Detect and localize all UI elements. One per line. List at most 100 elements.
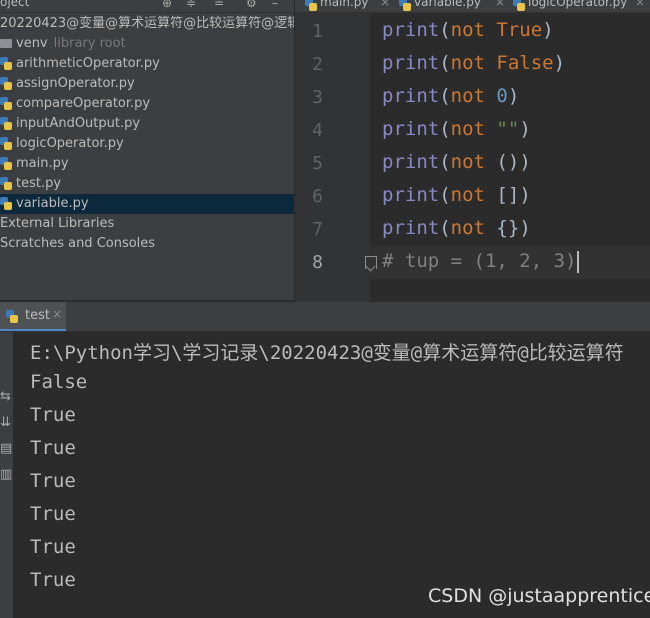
tab-label: main.py xyxy=(320,0,369,9)
code-token: ( xyxy=(439,19,451,41)
code-token: not xyxy=(450,184,497,206)
line-number: 1 xyxy=(312,21,323,42)
python-file-icon xyxy=(0,177,12,190)
tree-item-file[interactable]: logicOperator.py xyxy=(0,134,294,154)
code-token: not xyxy=(450,118,497,140)
tree-item-file[interactable]: main.py xyxy=(0,154,294,174)
code-token: print xyxy=(382,118,440,140)
tree-item-scratches[interactable]: Scratches and Consoles xyxy=(0,234,294,254)
code-token: print xyxy=(382,52,440,74)
code-token: ) xyxy=(519,118,531,140)
print-icon[interactable]: ▤ xyxy=(0,442,12,456)
code-token: ( xyxy=(439,118,451,140)
code-token: print xyxy=(382,184,440,206)
hide-icon[interactable]: – xyxy=(272,0,278,10)
tab-label: logicOperator.py xyxy=(528,0,628,9)
close-icon[interactable]: × xyxy=(635,0,645,9)
tree-item-file[interactable]: compareOperator.py xyxy=(0,94,294,114)
code-editor[interactable]: main.py × variable.py × logicOperator.py… xyxy=(295,0,650,302)
tree-item-file[interactable]: test.py xyxy=(0,174,294,194)
console-output-line: True xyxy=(30,536,76,558)
python-file-icon xyxy=(399,0,411,11)
watermark: CSDN @justaapprentice xyxy=(428,585,650,607)
code-line[interactable]: print(not "") xyxy=(382,118,531,140)
line-number: 4 xyxy=(312,120,323,141)
code-line[interactable]: print(not ()) xyxy=(382,151,531,173)
code-token: ( xyxy=(439,52,451,74)
tree-item-label: variable.py xyxy=(16,196,89,211)
tab-test[interactable]: test × xyxy=(0,302,66,331)
code-token: ( xyxy=(439,151,451,173)
code-token: ) xyxy=(519,151,531,173)
python-file-icon xyxy=(0,117,12,130)
code-line[interactable]: # tup = (1, 2, 3) xyxy=(382,250,580,273)
tree-root-folder-label: 20220423@变量@算术运算符@比较运算符@逻辑运算 xyxy=(0,16,294,31)
close-icon[interactable]: × xyxy=(52,307,62,321)
console-output-line: True xyxy=(30,404,76,426)
trash-icon[interactable]: ▥ xyxy=(0,468,12,482)
code-token: 0 xyxy=(496,85,508,107)
line-number-gutter: 1 2 3 4 5 6 7 8 xyxy=(295,13,370,302)
code-token: not xyxy=(450,19,497,41)
console-output-line: True xyxy=(30,437,76,459)
run-tab-bar: test × xyxy=(0,302,650,332)
tree-item-file[interactable]: arithmeticOperator.py xyxy=(0,54,294,74)
code-token: print xyxy=(382,19,440,41)
code-token: False xyxy=(496,52,554,74)
code-line[interactable]: print(not []) xyxy=(382,184,531,206)
python-file-icon xyxy=(6,310,18,323)
scroll-to-end-icon[interactable]: ⇊ xyxy=(0,416,11,430)
tree-item-file[interactable]: assignOperator.py xyxy=(0,74,294,94)
line-number: 5 xyxy=(312,153,323,174)
code-token: ( xyxy=(439,85,451,107)
locate-icon[interactable]: ⊕ xyxy=(162,0,172,10)
code-line[interactable]: print(not True) xyxy=(382,19,554,41)
tree-item-label: arithmeticOperator.py xyxy=(16,56,160,71)
console-output-line: True xyxy=(30,569,76,591)
console-output-line: True xyxy=(30,503,76,525)
external-libraries-label: External Libraries xyxy=(0,216,115,231)
project-panel-title: oject xyxy=(0,0,30,9)
code-token: not xyxy=(450,52,497,74)
tree-item-file[interactable]: inputAndOutput.py xyxy=(0,114,294,134)
scratches-label: Scratches and Consoles xyxy=(0,236,156,251)
code-line[interactable]: print(not False) xyxy=(382,52,565,74)
console-output-line: True xyxy=(30,470,76,492)
close-icon[interactable]: × xyxy=(380,0,390,9)
run-tab-label: test xyxy=(25,308,50,323)
tree-item-label: compareOperator.py xyxy=(16,96,151,111)
code-token: True xyxy=(496,19,543,41)
run-panel: test × ⇆ ⇊ ▤ ▥ E:\Python学习\学习记录\20220423… xyxy=(0,302,650,618)
editor-tab-bar: main.py × variable.py × logicOperator.py… xyxy=(295,0,650,13)
python-file-icon xyxy=(0,77,12,90)
python-file-icon xyxy=(0,157,12,170)
console-output-line: False xyxy=(30,371,88,393)
fold-icon[interactable] xyxy=(365,256,377,269)
soft-wrap-icon[interactable]: ⇆ xyxy=(0,390,11,404)
expand-all-icon[interactable]: ≑ xyxy=(186,0,196,10)
python-file-icon xyxy=(305,0,317,11)
code-token: print xyxy=(382,85,440,107)
code-token: {} xyxy=(496,217,520,239)
project-panel-header: oject ⊕ ≑ ≟ ⚙ – xyxy=(0,0,294,13)
code-line[interactable]: print(not 0) xyxy=(382,85,519,107)
line-number: 3 xyxy=(312,87,323,108)
code-token: [] xyxy=(496,184,520,206)
tree-item-external-libraries[interactable]: External Libraries xyxy=(0,214,294,234)
collapse-all-icon[interactable]: ≟ xyxy=(214,0,224,10)
code-line[interactable]: print(not {}) xyxy=(382,217,531,239)
code-token: not xyxy=(450,85,497,107)
code-token: () xyxy=(496,151,520,173)
tree-root-folder[interactable]: 20220423@变量@算术运算符@比较运算符@逻辑运算 xyxy=(0,14,294,34)
tree-item-venv[interactable]: venv library root xyxy=(0,34,294,54)
close-icon[interactable]: × xyxy=(495,0,505,9)
code-token: ( xyxy=(439,217,451,239)
tree-item-file-selected[interactable]: variable.py xyxy=(0,194,294,214)
python-file-icon xyxy=(0,57,12,70)
project-panel: oject ⊕ ≑ ≟ ⚙ – 20220423@变量@算术运算符@比较运算符@… xyxy=(0,0,294,300)
tree-item-label: assignOperator.py xyxy=(16,76,135,91)
tree-item-label: main.py xyxy=(16,156,69,171)
python-file-icon xyxy=(0,137,12,150)
code-token: not xyxy=(450,217,497,239)
gear-icon[interactable]: ⚙ xyxy=(246,0,257,10)
